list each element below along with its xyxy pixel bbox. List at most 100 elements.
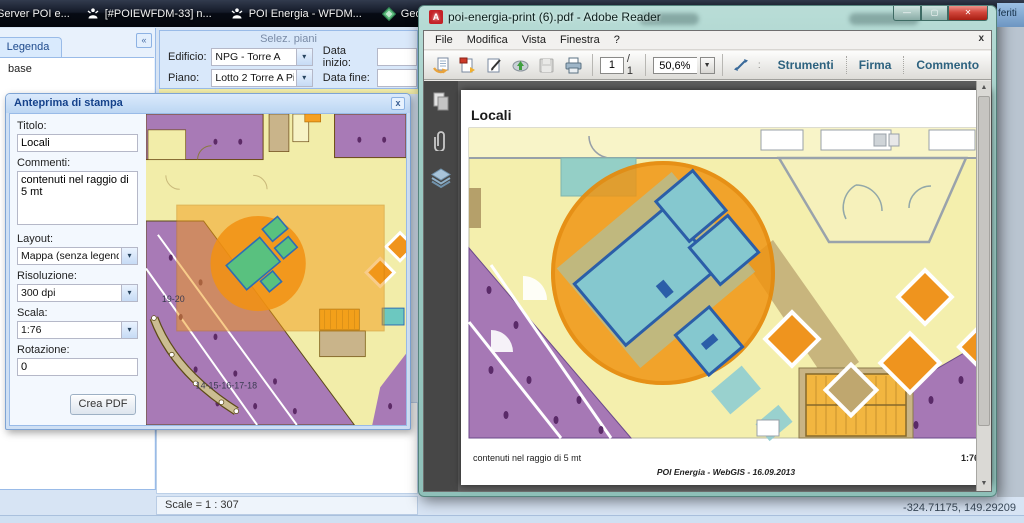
- toolbar-handle: :: [758, 60, 761, 71]
- taskbar-item-poi-energia[interactable]: POI Energia - WFDM...: [230, 7, 362, 21]
- adobe-pdf-icon: A: [429, 10, 443, 24]
- taskbar-item-jira-ticket[interactable]: [#POIEWFDM-33] n...: [86, 7, 212, 21]
- piano-value: Lotto 2 Torre A Piano 5: [215, 72, 293, 84]
- scala-combobox[interactable]: 1:76 ▾: [17, 321, 138, 339]
- dialog-body: Titolo: Commenti: contenuti nel raggio d…: [9, 113, 407, 426]
- fit-window-button[interactable]: [730, 54, 753, 76]
- layout-value: Mappa (senza legenda): [21, 250, 119, 262]
- save-button[interactable]: [535, 54, 558, 76]
- app-bottom-strip: [0, 515, 1024, 523]
- zoom-level-input[interactable]: 50,6%: [653, 57, 696, 74]
- risoluzione-value: 300 dpi: [21, 287, 119, 299]
- map-preview[interactable]: 19-20 14-15-16-17-18: [146, 114, 406, 425]
- data-inizio-label: Data inizio:: [323, 45, 377, 69]
- open-icon: [432, 57, 451, 74]
- titolo-input[interactable]: [17, 134, 138, 152]
- edificio-combobox[interactable]: NPG - Torre A ▾: [211, 48, 312, 66]
- floorplan-preview-svg: 19-20 14-15-16-17-18: [146, 114, 406, 425]
- pdf-footer-center: POI Energia - WebGIS - 16.09.2013: [657, 467, 796, 477]
- vertical-scrollbar[interactable]: ▲ ▼: [976, 81, 991, 491]
- rotazione-label: Rotazione:: [17, 344, 139, 356]
- print-preview-dialog: Anteprima di stampa x Titolo: Commenti: …: [5, 93, 411, 430]
- menu-modifica[interactable]: Modifica: [460, 34, 515, 46]
- taskbar-item-server-poi[interactable]: Server POI e...: [0, 8, 70, 20]
- strumenti-link[interactable]: Strumenti: [766, 56, 846, 74]
- page-thumbnails-icon[interactable]: [429, 91, 453, 113]
- save-icon: [537, 57, 556, 74]
- document-area[interactable]: Locali: [458, 81, 991, 491]
- window-title: poi-energia-print (6).pdf - Adobe Reader: [448, 10, 661, 24]
- floor-selection-panel: Selez. piani Edificio: NPG - Torre A ▾ D…: [159, 30, 418, 89]
- print-button[interactable]: [562, 54, 585, 76]
- taskbar-item-label: Server POI e...: [0, 8, 70, 20]
- piano-combobox[interactable]: Lotto 2 Torre A Piano 5 ▾: [211, 69, 312, 87]
- risoluzione-combobox[interactable]: 300 dpi ▾: [17, 284, 138, 302]
- piano-label: Piano:: [168, 72, 211, 84]
- window-titlebar[interactable]: A poi-energia-print (6).pdf - Adobe Read…: [429, 10, 661, 24]
- chevron-down-icon[interactable]: ▾: [296, 70, 312, 86]
- legend-item-base[interactable]: base: [8, 63, 32, 75]
- scroll-up-icon[interactable]: ▲: [977, 81, 991, 95]
- layers-icon[interactable]: [429, 167, 453, 189]
- taskbar-item-label: POI Energia - WFDM...: [249, 8, 362, 20]
- document-row: Locali: [424, 81, 991, 491]
- window-controls: — ▢ ✕: [893, 6, 988, 21]
- scroll-down-icon[interactable]: ▼: [977, 477, 991, 491]
- rotazione-input[interactable]: [17, 358, 138, 376]
- collapse-panel-button[interactable]: «: [136, 33, 152, 48]
- menu-help[interactable]: ?: [607, 34, 627, 46]
- print-icon: [564, 57, 583, 74]
- toolbar-panels: Strumenti Firma Commento: [766, 51, 991, 79]
- firma-link[interactable]: Firma: [846, 56, 904, 74]
- chevron-down-icon[interactable]: ▾: [121, 248, 137, 264]
- minimize-button[interactable]: —: [893, 6, 921, 21]
- data-fine-input[interactable]: [377, 69, 417, 87]
- chevron-down-icon[interactable]: ▾: [296, 49, 312, 65]
- close-button[interactable]: ✕: [948, 6, 988, 21]
- panel-title: Selez. piani: [160, 33, 417, 45]
- data-inizio-input[interactable]: [377, 48, 417, 66]
- cloud-upload-icon: [511, 57, 530, 74]
- navigation-sidebar: [424, 81, 458, 491]
- scale-value: Scale = 1 : 307: [165, 499, 239, 511]
- sign-document-button[interactable]: [483, 54, 506, 76]
- page-number-input[interactable]: [600, 57, 624, 74]
- jira-icon: [86, 7, 100, 21]
- map-coordinates: -324.71175, 149.29209: [903, 502, 1016, 514]
- commenti-textarea[interactable]: contenuti nel raggio di 5 mt: [17, 171, 138, 225]
- scala-label: Scala:: [17, 307, 139, 319]
- chevron-down-icon[interactable]: ▾: [121, 322, 137, 338]
- pdf-floorplan-svg: Locali: [461, 90, 991, 485]
- commento-link[interactable]: Commento: [903, 56, 991, 74]
- maximize-button[interactable]: ▢: [921, 6, 948, 21]
- crea-pdf-button[interactable]: Crea PDF: [70, 394, 136, 415]
- create-pdf-button[interactable]: [456, 54, 479, 76]
- taskbar-item-label: [#POIEWFDM-33] n...: [105, 8, 212, 20]
- sign-icon: [485, 57, 504, 74]
- adobe-reader-window: A poi-energia-print (6).pdf - Adobe Read…: [418, 5, 997, 497]
- layout-label: Layout:: [17, 233, 139, 245]
- layout-combobox[interactable]: Mappa (senza legenda) ▾: [17, 247, 138, 265]
- menu-vista[interactable]: Vista: [515, 34, 553, 46]
- geoserver-icon: [382, 7, 396, 21]
- upload-cloud-button[interactable]: [509, 54, 532, 76]
- dialog-header[interactable]: Anteprima di stampa x: [6, 94, 410, 113]
- chevron-down-icon[interactable]: ▾: [121, 285, 137, 301]
- menu-finestra[interactable]: Finestra: [553, 34, 607, 46]
- create-pdf-icon: [458, 57, 477, 74]
- attachments-paperclip-icon[interactable]: [429, 129, 453, 151]
- data-fine-label: Data fine:: [323, 72, 377, 84]
- close-icon[interactable]: x: [391, 97, 405, 110]
- open-file-button[interactable]: [430, 54, 453, 76]
- print-options-form: Titolo: Commenti: contenuti nel raggio d…: [10, 114, 146, 425]
- tab-legenda[interactable]: Legenda: [0, 37, 62, 57]
- menu-file[interactable]: File: [428, 34, 460, 46]
- pdf-footer-left: contenuti nel raggio di 5 mt: [473, 453, 582, 463]
- bookmarks-bar-fragment: feriti: [997, 3, 1024, 27]
- edificio-value: NPG - Torre A: [215, 51, 293, 63]
- dialog-title: Anteprima di stampa: [14, 97, 123, 109]
- jira-icon: [230, 7, 244, 21]
- scrollbar-thumb[interactable]: [978, 96, 990, 426]
- close-pane-icon[interactable]: x: [978, 33, 984, 44]
- zoom-dropdown-button[interactable]: ▼: [700, 57, 715, 74]
